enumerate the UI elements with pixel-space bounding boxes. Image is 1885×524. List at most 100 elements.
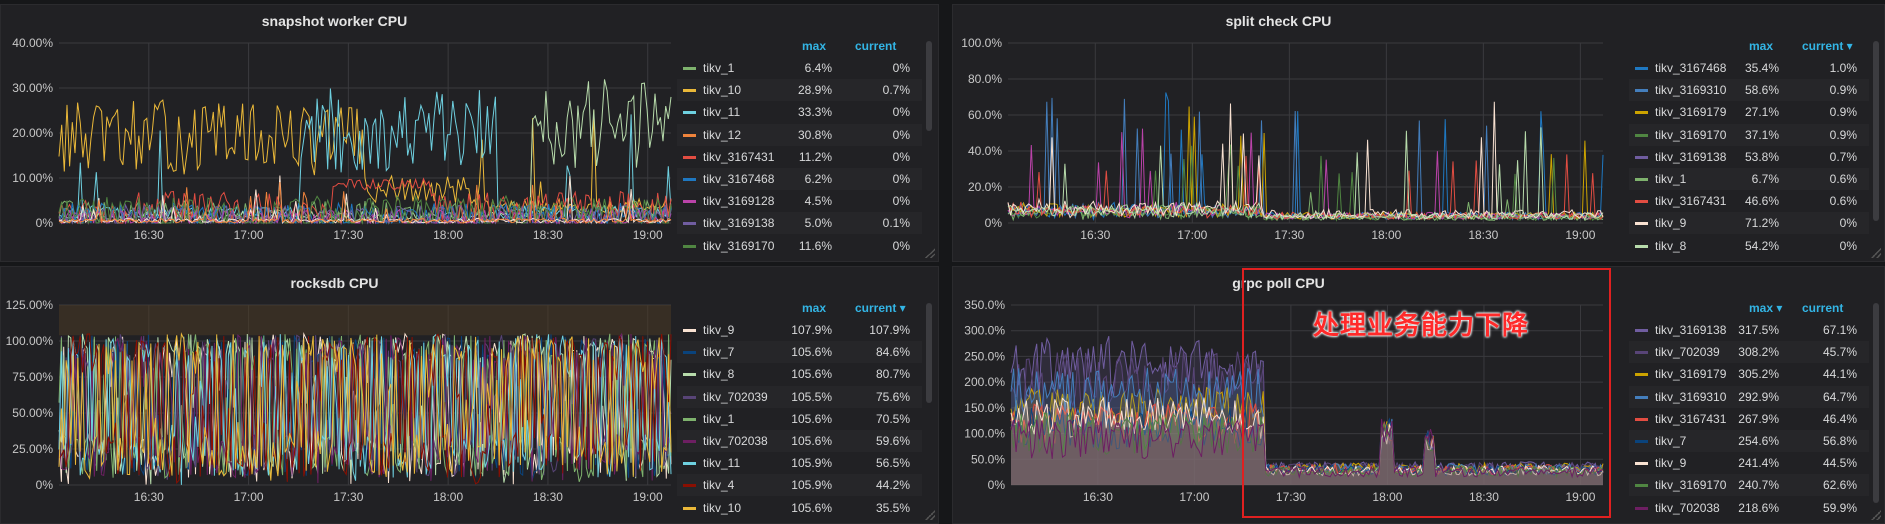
legend-row[interactable]: tikv_3169138 53.8% 0.7%	[1629, 146, 1869, 168]
legend-row[interactable]: tikv_3169128 4.5% 0%	[677, 190, 922, 212]
legend-row[interactable]: tikv_10 105.6% 35.5%	[677, 497, 922, 519]
legend-row[interactable]: tikv_3167431 46.6% 0.6%	[1629, 190, 1869, 212]
legend-row[interactable]: tikv_9 71.2% 0%	[1629, 212, 1869, 235]
legend-row[interactable]: tikv_3167468 35.4% 1.0%	[1629, 57, 1869, 79]
legend-header-max[interactable]: max ▾	[1749, 301, 1782, 317]
legend-series-name: tikv_7	[703, 345, 735, 360]
legend-row[interactable]: tikv_12 30.8% 0%	[677, 123, 922, 146]
legend-current-value: 0%	[1839, 238, 1857, 253]
series-color-swatch	[1635, 395, 1648, 399]
legend-scrollbar[interactable]	[1873, 303, 1879, 503]
legend-scrollbar[interactable]	[926, 303, 932, 403]
legend-row[interactable]: tikv_9 241.4% 44.5%	[1629, 452, 1869, 474]
legend-row[interactable]: tikv_8 105.6% 80.7%	[677, 363, 922, 385]
legend-series-name: tikv_702038	[703, 434, 768, 448]
legend-header-max[interactable]: max	[1749, 39, 1773, 55]
resize-handle-icon[interactable]	[925, 248, 935, 258]
legend-scrollbar[interactable]	[1873, 41, 1879, 221]
series-line-tikv_11[interactable]	[58, 88, 672, 221]
legend-row[interactable]: tikv_10 28.9% 0.7%	[677, 79, 922, 102]
legend-row[interactable]: tikv_11 33.3% 0%	[677, 101, 922, 123]
resize-handle-icon[interactable]	[925, 510, 935, 520]
legend-row[interactable]: tikv_9 107.9% 107.9%	[677, 319, 922, 341]
legend-series-name: tikv_1	[1655, 172, 1687, 186]
legend-row[interactable]: tikv_3169170 240.7% 62.6%	[1629, 474, 1869, 497]
series-line-tikv_12[interactable]	[58, 79, 672, 222]
threshold-band	[59, 305, 671, 336]
legend-max-value: 105.6%	[791, 367, 832, 382]
x-tick-label: 18:30	[1468, 228, 1498, 242]
legend-series-name: tikv_7	[1655, 434, 1687, 448]
legend-row[interactable]: tikv_1 105.6% 70.5%	[677, 408, 922, 430]
legend-row[interactable]: tikv_3167468 6.2% 0%	[677, 168, 922, 190]
legend-row[interactable]: tikv_8 54.2% 0%	[1629, 235, 1869, 257]
legend-max-value: 71.2%	[1744, 216, 1779, 231]
y-tick-label: 60.0%	[968, 108, 1002, 122]
legend-row[interactable]: tikv_3169310 292.9% 64.7%	[1629, 385, 1869, 408]
legend-row[interactable]: tikv_702038 105.6% 59.6%	[677, 430, 922, 452]
legend-row[interactable]: tikv_7 254.6% 56.8%	[1629, 430, 1869, 452]
x-tick-label: 16:30	[1080, 228, 1110, 242]
legend-max-value: 6.2%	[804, 172, 832, 186]
legend-header-current[interactable]: current ▾	[1802, 39, 1853, 55]
legend-header-current[interactable]: current	[1802, 301, 1843, 317]
series-color-swatch	[683, 67, 696, 70]
legend-row[interactable]: tikv_3169138 317.5% 67.1%	[1629, 319, 1869, 341]
y-tick-label: 300.0%	[964, 324, 1005, 338]
legend-row[interactable]: tikv_7 105.6% 84.6%	[677, 341, 922, 364]
legend-row[interactable]: tikv_4 105.9% 44.2%	[677, 474, 922, 497]
x-tick-label: 17:30	[333, 228, 363, 242]
legend-max-value: 37.1%	[1744, 127, 1779, 142]
panel-snapshot-worker-cpu: snapshot worker CPU 0% 10.00% 20.00% 30.00%…	[0, 4, 939, 262]
legend-row[interactable]: tikv_3167431 11.2% 0%	[677, 146, 922, 168]
y-tick-label: 0%	[36, 216, 54, 230]
resize-handle-icon[interactable]	[1871, 248, 1881, 258]
chart-rocksdb[interactable]: 0% 25.00% 50.00% 75.00% 100.00% 125.00% 16:30 1…	[1, 267, 681, 524]
legend-row[interactable]: tikv_3169138 5.0% 0.1%	[677, 212, 922, 235]
y-tick-label: 30.00%	[12, 81, 53, 95]
x-tick-label: 18:00	[433, 228, 463, 242]
legend-max-value: 105.6%	[791, 345, 832, 360]
series-color-swatch	[1635, 178, 1648, 181]
series-color-swatch	[683, 329, 696, 332]
legend-row[interactable]: tikv_702039 105.5% 75.6%	[677, 385, 922, 408]
legend-row[interactable]: tikv_702039 308.2% 45.7%	[1629, 341, 1869, 364]
legend-current-value: 0%	[892, 127, 910, 142]
legend-header-max[interactable]: max	[802, 39, 826, 55]
legend-row[interactable]: tikv_3169179 305.2% 44.1%	[1629, 363, 1869, 385]
legend-current-value: 107.9%	[869, 323, 910, 337]
legend-header-max[interactable]: max	[802, 301, 826, 317]
legend-current-value: 44.1%	[1822, 367, 1857, 382]
series-color-swatch	[1635, 351, 1648, 355]
legend-series-name: tikv_702038	[1655, 500, 1720, 515]
legend-header-current[interactable]: current ▾	[855, 301, 906, 317]
legend-current-value: 46.4%	[1822, 411, 1857, 426]
legend-current-value: 62.6%	[1822, 478, 1857, 493]
legend-row[interactable]: tikv_3169170 37.1% 0.9%	[1629, 123, 1869, 146]
legend-max-value: 107.9%	[791, 323, 832, 337]
series-color-swatch	[683, 351, 696, 355]
legend-max-value: 105.5%	[791, 389, 832, 404]
legend-row[interactable]: tikv_3169310 58.6% 0.9%	[1629, 79, 1869, 102]
series-color-swatch	[683, 222, 696, 226]
legend-row[interactable]: tikv_11 105.9% 56.5%	[677, 452, 922, 474]
legend-row[interactable]: tikv_3169170 11.6% 0%	[677, 235, 922, 257]
series-color-swatch	[683, 395, 696, 399]
legend-max-value: 240.7%	[1738, 478, 1779, 493]
legend-row[interactable]: tikv_1 6.7% 0.6%	[1629, 168, 1869, 190]
legend-max-value: 267.9%	[1738, 411, 1779, 426]
series-color-swatch	[1635, 89, 1648, 93]
chart-split[interactable]: 0% 20.0% 40.0% 60.0% 80.0% 100.0% 16:30 17:00 17…	[953, 5, 1613, 262]
legend-row[interactable]: tikv_3167431 267.9% 46.4%	[1629, 408, 1869, 430]
legend-current-value: 44.2%	[875, 478, 910, 493]
legend-row[interactable]: tikv_1 6.4% 0%	[677, 57, 922, 79]
legend-scrollbar[interactable]	[926, 41, 932, 131]
legend-header-current[interactable]: current	[855, 39, 896, 55]
legend-current-value: 35.5%	[875, 500, 910, 515]
legend-row[interactable]: tikv_702038 218.6% 59.9%	[1629, 497, 1869, 519]
x-tick-label: 17:00	[234, 228, 264, 242]
chart-snapshot[interactable]: 0% 10.00% 20.00% 30.00% 40.00% 16:30 17:00 17:3…	[1, 5, 681, 262]
resize-handle-icon[interactable]	[1871, 510, 1881, 520]
legend-max-value: 46.6%	[1744, 194, 1779, 209]
legend-row[interactable]: tikv_3169179 27.1% 0.9%	[1629, 101, 1869, 123]
